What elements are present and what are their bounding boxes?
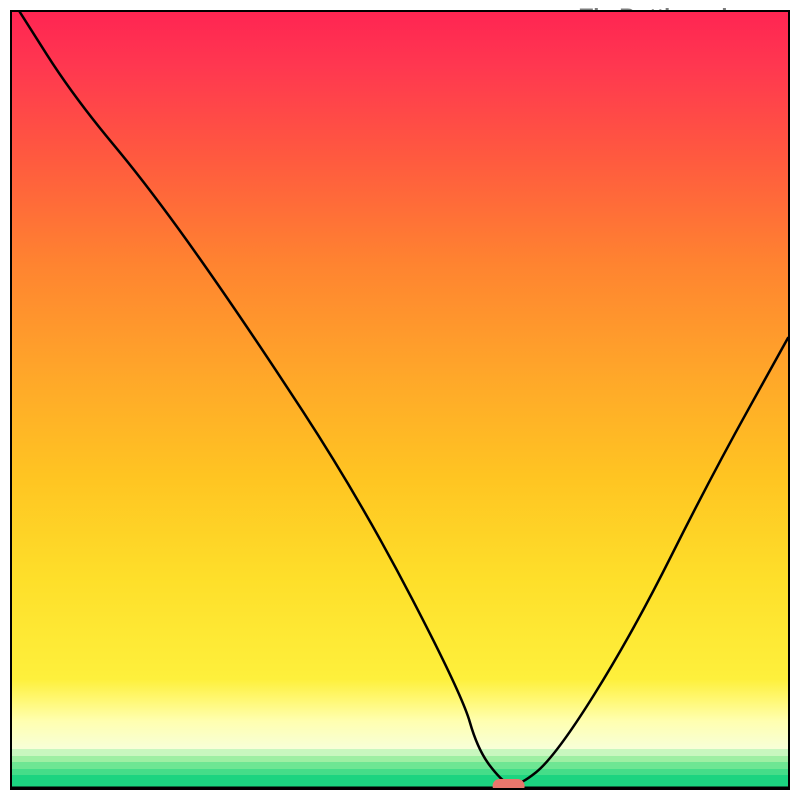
bottleneck-curve <box>20 12 788 785</box>
chart-overlay-svg <box>12 12 788 788</box>
chart-plot-area <box>10 10 790 790</box>
minimum-marker <box>493 779 525 788</box>
